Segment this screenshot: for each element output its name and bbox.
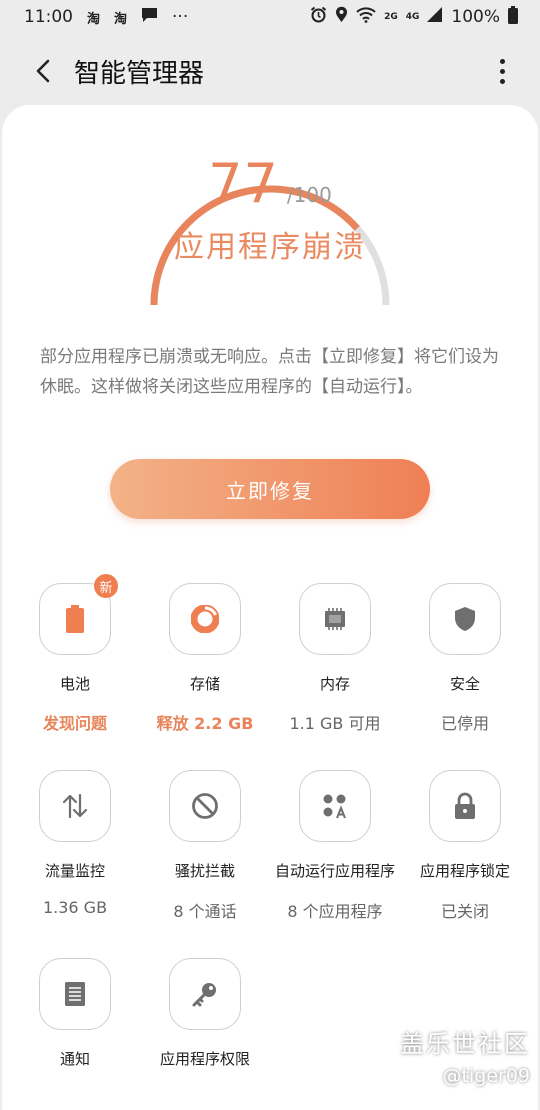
security-label: 安全 (449, 675, 480, 693)
storage-icon (191, 605, 219, 633)
app-bar: 智能管理器 (0, 40, 540, 102)
auto-run-item[interactable]: 自动运行应用程序 (270, 770, 400, 881)
watermark: 盖乐世社区 @tiger09 (400, 1024, 530, 1087)
auto-run-value: 8 个应用程序 (287, 902, 383, 921)
status-time: 11:00 (24, 7, 73, 27)
app-permissions-item[interactable]: 应用程序权限 (140, 958, 270, 1069)
storage-tile[interactable] (169, 583, 241, 655)
fix-now-button[interactable]: 立即修复 (110, 459, 430, 519)
app-permissions-tile[interactable] (169, 958, 241, 1030)
security-item[interactable]: 安全 (400, 583, 530, 694)
memory-value: 1.1 GB 可用 (289, 714, 381, 733)
memory-icon (325, 608, 345, 630)
notification-label: 通知 (59, 1050, 90, 1068)
auto-run-tile[interactable] (299, 770, 371, 842)
memory-item[interactable]: 内存 (270, 583, 400, 694)
watermark-community: 盖乐世社区 (400, 1030, 530, 1058)
signal-2g-label: 2G (384, 12, 398, 22)
more-dot (499, 58, 505, 64)
data-usage-item[interactable]: 流量监控 (10, 770, 140, 881)
app-permissions-label: 应用程序权限 (159, 1050, 250, 1068)
lock-icon (455, 792, 475, 819)
wifi-icon (356, 6, 376, 28)
auto-run-label: 自动运行应用程序 (274, 862, 395, 880)
shield-icon (455, 607, 475, 631)
block-icon (192, 793, 218, 819)
more-notifications-icon: ··· (172, 7, 189, 27)
security-value: 已停用 (440, 714, 489, 733)
taobao-notification-icon: 淘 (114, 11, 128, 27)
more-dot (499, 68, 505, 74)
battery-percent: 100% (451, 7, 500, 27)
app-lock-item[interactable]: 应用程序锁定 (400, 770, 530, 881)
back-button[interactable] (22, 50, 64, 92)
auto-run-icon (323, 794, 346, 819)
notification-tile[interactable] (39, 958, 111, 1030)
score-max: /100 (286, 183, 332, 207)
battery-value: 发现问题 (42, 714, 107, 733)
battery-tile[interactable]: 新 (39, 574, 118, 655)
memory-tile[interactable] (299, 583, 371, 655)
data-usage-icon (62, 793, 88, 819)
alarm-icon (310, 6, 327, 28)
taobao-notification-icon: 淘 (87, 11, 101, 27)
storage-item[interactable]: 存储 (140, 583, 270, 694)
status-bar: 11:00 淘 淘 ··· 2G 4G 100% (0, 0, 540, 34)
watermark-user: @tiger09 (442, 1065, 530, 1087)
signal-icon (427, 7, 443, 27)
memory-label: 内存 (319, 675, 350, 693)
storage-value: 释放 2.2 GB (156, 714, 254, 733)
battery-item[interactable]: 新 电池 (10, 574, 140, 694)
data-usage-value: 1.36 GB (42, 898, 108, 917)
battery-status-icon (508, 5, 518, 29)
status-title: 应用程序崩溃 (174, 230, 366, 265)
more-dot (499, 78, 505, 84)
data-usage-label: 流量监控 (44, 862, 105, 880)
score-value: 77 (208, 152, 279, 215)
notification-icon (65, 982, 85, 1006)
score-display: 77/100 (0, 152, 540, 215)
security-tile[interactable] (429, 583, 501, 655)
page-title: 智能管理器 (74, 58, 205, 89)
more-options-button[interactable] (490, 54, 514, 88)
key-icon (192, 983, 216, 1007)
call-block-label: 骚扰拦截 (174, 862, 235, 880)
battery-label: 电池 (59, 675, 90, 693)
signal-4g-label: 4G (405, 12, 420, 22)
status-description: 部分应用程序已崩溃或无响应。点击【立即修复】将它们设为休眠。这样做将关闭这些应用… (40, 347, 499, 397)
app-lock-tile[interactable] (429, 770, 501, 842)
call-block-tile[interactable] (169, 770, 241, 842)
location-icon (335, 6, 348, 28)
call-block-item[interactable]: 骚扰拦截 (140, 770, 270, 881)
storage-label: 存储 (189, 675, 220, 693)
battery-icon (66, 605, 84, 633)
message-icon (141, 7, 158, 28)
new-badge: 新 (94, 574, 118, 598)
app-lock-label: 应用程序锁定 (419, 862, 510, 880)
call-block-value: 8 个通话 (173, 902, 237, 921)
app-lock-value: 已关闭 (440, 902, 489, 921)
back-arrow-icon (36, 59, 50, 83)
data-usage-tile[interactable] (39, 770, 111, 842)
notification-item[interactable]: 通知 (10, 958, 140, 1069)
